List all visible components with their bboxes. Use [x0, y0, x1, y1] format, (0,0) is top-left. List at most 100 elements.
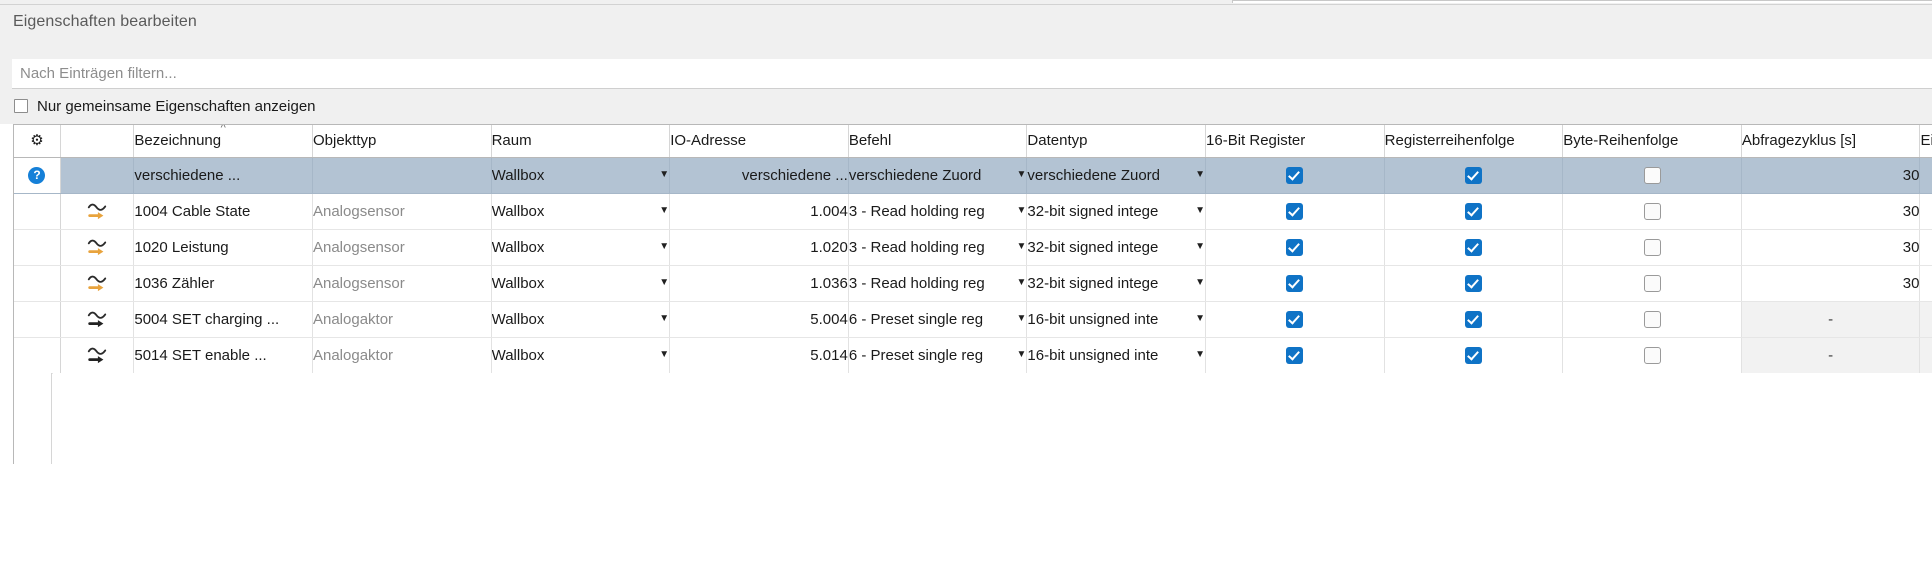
checkbox-checked[interactable]: [1286, 238, 1304, 256]
cell-raum[interactable]: Wallbox ▼: [491, 193, 671, 230]
checkbox-checked[interactable]: [1286, 274, 1304, 292]
chevron-down-icon[interactable]: ▼: [1193, 170, 1204, 180]
checkbox-unchecked[interactable]: [1643, 166, 1661, 184]
common-properties-checkbox[interactable]: [14, 99, 28, 113]
cell-befehl[interactable]: 3 - Read holding reg ▼: [848, 265, 1028, 302]
cell-abfragezyklus[interactable]: 30: [1741, 229, 1921, 266]
column-header-bezeichnung[interactable]: ^ Bezeichnung: [133, 125, 313, 158]
checkbox-unchecked[interactable]: [1643, 202, 1661, 220]
checkbox-checked[interactable]: [1464, 238, 1482, 256]
checkbox-checked[interactable]: [1286, 346, 1304, 364]
column-header-byte-reihenfolge[interactable]: Byte-Reihenfolge: [1562, 125, 1742, 158]
gear-icon[interactable]: ⚙: [30, 133, 43, 148]
cell-datentyp[interactable]: 32-bit signed intege ▼: [1026, 193, 1207, 230]
chevron-down-icon[interactable]: ▼: [1015, 278, 1026, 288]
cell-registerreihenfolge[interactable]: [1384, 157, 1564, 194]
table-row[interactable]: 1020 Leistung Analogsensor Wallbox ▼ 1.020 3 …: [14, 229, 1932, 266]
filter-field-wrapper[interactable]: [12, 59, 1932, 89]
cell-16bit-register[interactable]: [1205, 301, 1385, 338]
chevron-down-icon[interactable]: ▼: [1193, 278, 1204, 288]
checkbox-checked[interactable]: [1286, 202, 1304, 220]
table-row[interactable]: 1036 Zähler Analogsensor Wallbox ▼ 1.036 3 - …: [14, 265, 1932, 302]
column-header-einheit[interactable]: Ei: [1919, 125, 1932, 158]
column-header-registerreihenfolge[interactable]: Registerreihenfolge: [1384, 125, 1564, 158]
cell-befehl[interactable]: 6 - Preset single reg ▼: [848, 337, 1028, 374]
column-header-type-icon[interactable]: [60, 125, 135, 158]
table-row[interactable]: 1004 Cable State Analogsensor Wallbox ▼ 1.00…: [14, 193, 1932, 230]
cell-byte-reihenfolge[interactable]: [1562, 229, 1742, 266]
cell-byte-reihenfolge[interactable]: [1562, 337, 1742, 374]
cell-abfragezyklus[interactable]: 30: [1741, 193, 1921, 230]
cell-abfragezyklus[interactable]: 30: [1741, 265, 1921, 302]
chevron-down-icon[interactable]: ▼: [657, 314, 668, 324]
checkbox-checked[interactable]: [1286, 166, 1304, 184]
chevron-down-icon[interactable]: ▼: [1193, 242, 1204, 252]
column-header-ioadresse[interactable]: IO-Adresse: [669, 125, 849, 158]
cell-16bit-register[interactable]: [1205, 337, 1385, 374]
cell-raum[interactable]: Wallbox ▼: [491, 301, 671, 338]
column-header-datentyp[interactable]: Datentyp: [1026, 125, 1207, 158]
column-header-befehl[interactable]: Befehl: [848, 125, 1028, 158]
common-properties-option[interactable]: Nur gemeinsame Eigenschaften anzeigen: [14, 97, 316, 115]
checkbox-unchecked[interactable]: [1643, 274, 1661, 292]
cell-datentyp[interactable]: verschiedene Zuord ▼: [1026, 157, 1207, 194]
cell-16bit-register[interactable]: [1205, 157, 1385, 194]
checkbox-unchecked[interactable]: [1643, 346, 1661, 364]
cell-registerreihenfolge[interactable]: [1384, 301, 1564, 338]
cell-byte-reihenfolge[interactable]: [1562, 193, 1742, 230]
column-header-abfragezyklus[interactable]: Abfragezyklus [s]: [1741, 125, 1921, 158]
cell-abfragezyklus[interactable]: 30: [1741, 157, 1921, 194]
checkbox-unchecked[interactable]: [1643, 238, 1661, 256]
cell-registerreihenfolge[interactable]: [1384, 193, 1564, 230]
column-header-objekttyp[interactable]: Objekttyp: [312, 125, 492, 158]
chevron-down-icon[interactable]: ▼: [1015, 170, 1026, 180]
cell-byte-reihenfolge[interactable]: [1562, 301, 1742, 338]
column-header-settings[interactable]: ⚙: [14, 125, 61, 158]
column-header-raum[interactable]: Raum: [491, 125, 671, 158]
checkbox-checked[interactable]: [1464, 310, 1482, 328]
cell-datentyp[interactable]: 16-bit unsigned inte ▼: [1026, 301, 1207, 338]
cell-raum[interactable]: Wallbox ▼: [491, 265, 671, 302]
checkbox-checked[interactable]: [1464, 166, 1482, 184]
cell-registerreihenfolge[interactable]: [1384, 337, 1564, 374]
cell-16bit-register[interactable]: [1205, 265, 1385, 302]
cell-16bit-register[interactable]: [1205, 229, 1385, 266]
chevron-down-icon[interactable]: ▼: [657, 350, 668, 360]
chevron-down-icon[interactable]: ▼: [1193, 350, 1204, 360]
chevron-down-icon[interactable]: ▼: [657, 206, 668, 216]
cell-befehl[interactable]: 3 - Read holding reg ▼: [848, 193, 1028, 230]
checkbox-checked[interactable]: [1464, 346, 1482, 364]
cell-registerreihenfolge[interactable]: [1384, 265, 1564, 302]
chevron-down-icon[interactable]: ▼: [1193, 314, 1204, 324]
table-row[interactable]: 5004 SET charging ... Analogaktor Wallbox ▼…: [14, 301, 1932, 338]
cell-befehl[interactable]: verschiedene Zuord ▼: [848, 157, 1028, 194]
checkbox-unchecked[interactable]: [1643, 310, 1661, 328]
column-header-16bit-register[interactable]: 16-Bit Register: [1205, 125, 1385, 158]
chevron-down-icon[interactable]: ▼: [1015, 206, 1026, 216]
cell-befehl[interactable]: 3 - Read holding reg ▼: [848, 229, 1028, 266]
cell-befehl[interactable]: 6 - Preset single reg ▼: [848, 301, 1028, 338]
chevron-down-icon[interactable]: ▼: [657, 242, 668, 252]
cell-raum[interactable]: Wallbox ▼: [491, 337, 671, 374]
filter-input[interactable]: [12, 59, 1932, 88]
chevron-down-icon[interactable]: ▼: [657, 278, 668, 288]
chevron-down-icon[interactable]: ▼: [1193, 206, 1204, 216]
chevron-down-icon[interactable]: ▼: [1015, 350, 1026, 360]
cell-raum[interactable]: Wallbox ▼: [491, 157, 671, 194]
cell-16bit-register[interactable]: [1205, 193, 1385, 230]
checkbox-checked[interactable]: [1286, 310, 1304, 328]
cell-datentyp[interactable]: 32-bit signed intege ▼: [1026, 229, 1207, 266]
help-icon[interactable]: ?: [28, 166, 46, 184]
checkbox-checked[interactable]: [1464, 274, 1482, 292]
cell-registerreihenfolge[interactable]: [1384, 229, 1564, 266]
table-row[interactable]: 5014 SET enable ... Analogaktor Wallbox ▼ 5.…: [14, 337, 1932, 374]
checkbox-checked[interactable]: [1464, 202, 1482, 220]
cell-byte-reihenfolge[interactable]: [1562, 265, 1742, 302]
cell-datentyp[interactable]: 32-bit signed intege ▼: [1026, 265, 1207, 302]
chevron-down-icon[interactable]: ▼: [657, 170, 668, 180]
table-row[interactable]: ? verschiedene ... Wallbox ▼ verschiedene ..…: [14, 157, 1932, 194]
cell-datentyp[interactable]: 16-bit unsigned inte ▼: [1026, 337, 1207, 374]
cell-byte-reihenfolge[interactable]: [1562, 157, 1742, 194]
chevron-down-icon[interactable]: ▼: [1015, 314, 1026, 324]
cell-raum[interactable]: Wallbox ▼: [491, 229, 671, 266]
